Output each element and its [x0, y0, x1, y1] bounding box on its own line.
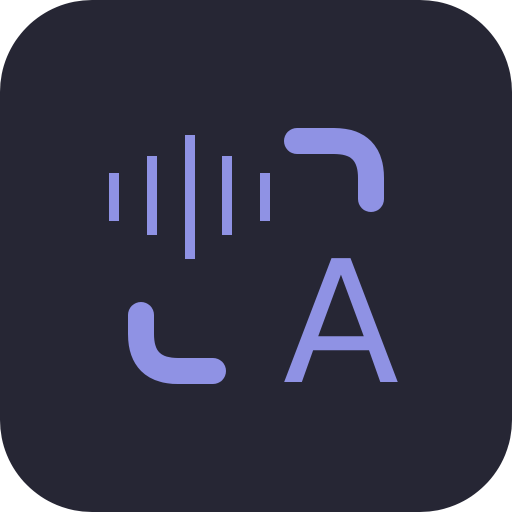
waveform-bar [260, 173, 270, 221]
icon-background [0, 0, 512, 512]
letter-a-glyph: A [283, 225, 399, 423]
waveform-bar [109, 173, 119, 221]
app-icon: A [0, 0, 512, 512]
waveform-bar [147, 156, 157, 235]
waveform-bar [185, 135, 195, 259]
waveform-bar [222, 156, 232, 235]
app-icon-svg: A [0, 0, 512, 512]
